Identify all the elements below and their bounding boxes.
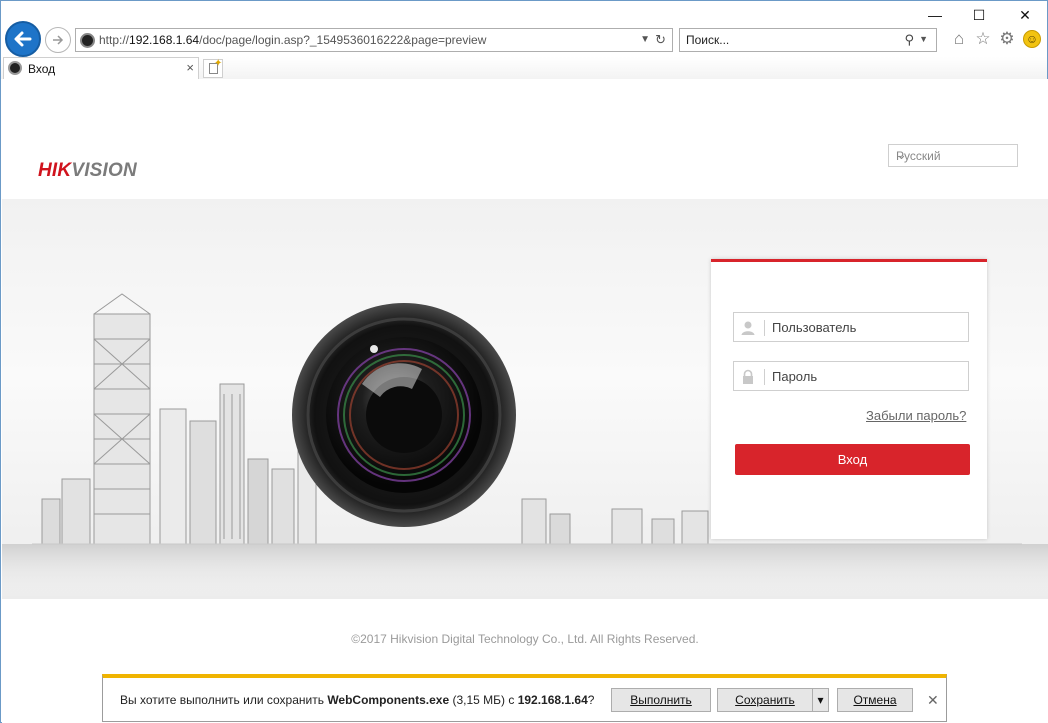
lock-icon [743, 369, 753, 384]
search-icon[interactable]: ⚲ [904, 32, 914, 48]
password-input[interactable] [772, 368, 962, 385]
browser-window: — ☐ ✕ http://192.168.1.64/doc/page/login… [0, 0, 1048, 723]
smiley-icon[interactable]: ☺ [1023, 30, 1041, 48]
login-panel: Забыли пароль? Вход [711, 259, 987, 539]
search-input[interactable] [686, 32, 886, 48]
save-options-dropdown-icon[interactable]: ▾ [812, 688, 829, 712]
download-notification-bar: Вы хотите выполнить или сохранить WebCom… [102, 674, 947, 722]
address-url[interactable]: http://192.168.1.64/doc/page/login.asp?_… [99, 33, 486, 47]
new-tab-button[interactable]: ✦ [203, 58, 223, 78]
sparkle-icon: ✦ [214, 58, 223, 69]
username-input[interactable] [772, 319, 962, 336]
forgot-password-link[interactable]: Забыли пароль? [866, 408, 966, 423]
copyright-text: ©2017 Hikvision Digital Technology Co., … [351, 632, 699, 646]
maximize-button[interactable]: ☐ [965, 5, 993, 25]
chevron-down-icon: ⌄ [896, 147, 907, 162]
search-dropdown-icon[interactable]: ▼ [919, 34, 928, 44]
address-dropdown-icon[interactable]: ▼ [640, 34, 650, 45]
search-box[interactable]: ⚲ ▼ [679, 28, 937, 52]
home-icon[interactable]: ⌂ [949, 29, 969, 49]
tab-favicon-icon [8, 61, 22, 75]
field-divider [764, 369, 765, 385]
minimize-button[interactable]: — [921, 5, 949, 25]
arrow-right-icon [53, 35, 64, 45]
tab-strip: Вход × ✦ [1, 57, 1047, 79]
hikvision-logo: HIKVISION [38, 160, 137, 181]
tab-title: Вход [28, 62, 56, 76]
site-favicon-icon [80, 33, 95, 48]
tab-close-icon[interactable]: × [186, 60, 194, 75]
close-window-button[interactable]: ✕ [1011, 5, 1039, 25]
forward-button[interactable] [45, 27, 71, 53]
login-button[interactable]: Вход [735, 444, 970, 475]
tab-login[interactable]: Вход × [3, 57, 199, 79]
browser-toolbar: — ☐ ✕ http://192.168.1.64/doc/page/login… [1, 1, 1047, 57]
run-button[interactable]: Выполнить [611, 688, 711, 712]
star-icon[interactable]: ☆ [973, 29, 993, 49]
arrow-left-icon [14, 31, 32, 47]
download-message: Вы хотите выполнить или сохранить WebCom… [120, 693, 595, 707]
username-field[interactable] [733, 312, 969, 342]
page-content: HIKVISION Русский ⌄ Пользователь Забыли … [2, 79, 1048, 723]
address-bar[interactable]: http://192.168.1.64/doc/page/login.asp?_… [75, 28, 673, 52]
password-field[interactable] [733, 361, 969, 391]
refresh-icon[interactable]: ↻ [655, 32, 666, 48]
close-icon[interactable]: ✕ [927, 692, 939, 709]
save-button[interactable]: Сохранить [717, 688, 813, 712]
language-select[interactable]: Русский ⌄ [888, 144, 1018, 167]
user-icon [741, 321, 755, 335]
back-button[interactable] [5, 21, 41, 57]
gear-icon[interactable]: ⚙ [997, 29, 1017, 49]
field-divider [764, 320, 765, 336]
cancel-button[interactable]: Отмена [837, 688, 913, 712]
